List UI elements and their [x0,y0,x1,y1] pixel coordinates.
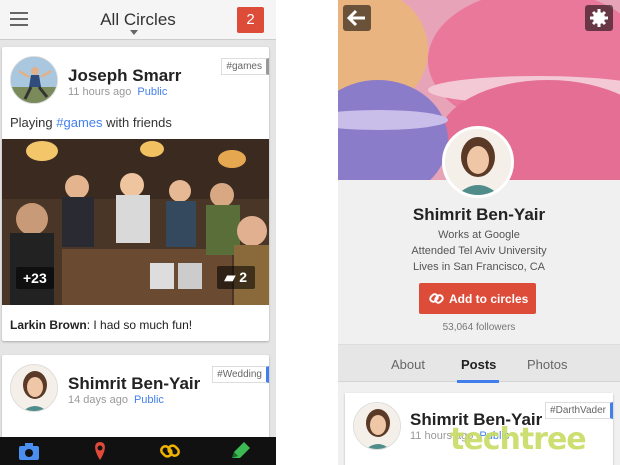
avatar[interactable] [10,364,58,412]
comment-author[interactable]: Larkin Brown [10,318,87,332]
post-tag[interactable]: #games [221,58,269,75]
back-button[interactable] [343,5,371,31]
notification-badge[interactable]: 2 [237,7,264,33]
stream-header: All Circles 2 [0,0,276,40]
plus-one-count[interactable]: +23 [16,267,54,289]
profile-screen: Shimrit Ben-Yair Works at Google Attende… [338,0,620,465]
post-author[interactable]: Shimrit Ben-Yair [68,374,200,394]
location-pin-icon[interactable] [89,441,111,461]
post-meta: 11 hours ago Public [68,86,167,98]
post-tag[interactable]: #Wedding [212,366,269,383]
back-arrow-icon [346,9,365,27]
hashtag-link[interactable]: #games [56,115,102,130]
circle-selector[interactable]: All Circles [0,10,276,30]
add-to-circles-button[interactable]: Add to circles [419,283,536,314]
avatar-image [354,403,400,449]
camera-icon[interactable] [18,441,40,461]
post-tag[interactable]: #DarthVader [545,402,613,419]
avatar-image [445,129,511,195]
post-card[interactable]: Shimrit Ben-Yair 14 days ago Public #Wedd… [2,355,269,445]
settings-button[interactable] [585,5,613,31]
avatar[interactable] [10,56,58,104]
pencil-icon[interactable] [229,441,251,461]
post-text-part: with friends [102,115,172,130]
post-photo[interactable]: +23 ▰ 2 [2,139,269,305]
post-visibility[interactable]: Public [134,394,164,406]
profile-avatar[interactable] [442,126,514,198]
active-tab-indicator [457,380,499,383]
comment-count: 2 [239,269,247,285]
profile-location: Lives in San Francisco, CA [412,261,546,273]
link-icon [429,293,444,304]
add-to-circles-label: Add to circles [449,292,529,306]
latest-comment[interactable]: Larkin Brown: I had so much fun! [10,318,192,332]
gear-icon [590,9,608,27]
tab-about[interactable]: About [391,357,425,372]
tab-posts[interactable]: Posts [461,357,496,372]
followers-count: 53,064 followers [442,322,516,333]
tab-photos[interactable]: Photos [527,357,567,372]
watermark-logo: techtree [450,422,587,457]
avatar-image [11,365,57,411]
post-meta: 14 days ago Public [68,394,164,406]
profile-tabs: About Posts Photos [338,344,620,383]
comment-count-badge[interactable]: ▰ 2 [216,266,255,289]
comment-text: : I had so much fun! [86,318,193,332]
avatar-image [11,57,57,103]
post-visibility[interactable]: Public [137,86,167,98]
link-icon[interactable] [159,441,181,461]
post-time: 14 days ago [68,394,128,406]
bottom-action-bar [0,437,276,465]
chevron-down-icon [130,30,138,35]
post-text: Playing #games with friends [10,115,172,130]
post-card[interactable]: Joseph Smarr 11 hours ago Public #games P… [2,47,269,341]
profile-education: Attended Tel Aviv University [411,245,547,257]
post-author[interactable]: Joseph Smarr [68,66,181,86]
profile-name: Shimrit Ben-Yair [412,205,546,224]
profile-work: Works at Google [438,229,520,241]
post-time: 11 hours ago [68,86,132,98]
comment-icon: ▰ [224,269,236,285]
stream-screen: All Circles 2 Joseph Smarr 11 hours ago P… [0,0,276,465]
avatar[interactable] [353,402,401,450]
post-text-part: Playing [10,115,57,130]
